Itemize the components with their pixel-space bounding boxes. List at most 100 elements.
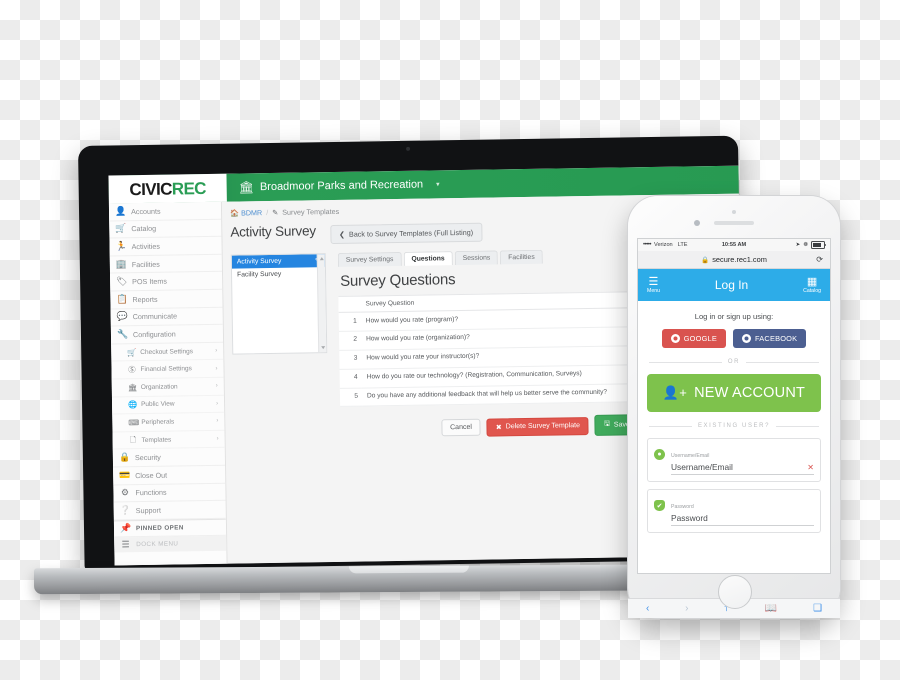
catalog-label: Catalog (803, 287, 821, 294)
divider-existing-label: EXISTING USER? (697, 423, 771, 429)
url-text: secure.rec1.com (712, 255, 767, 264)
address-bar[interactable]: 🔒 secure.rec1.com ⟳ (638, 251, 830, 269)
tab-survey-settings[interactable]: Survey Settings (337, 251, 402, 267)
mobile-header: ☰ Menu Log In ▦ Catalog (638, 269, 830, 301)
sidebar-item-support[interactable]: ❔ Support (113, 500, 226, 521)
template-name: Activity Survey (236, 257, 282, 266)
cancel-button[interactable]: Cancel (440, 419, 482, 437)
sidebar-item-facilities[interactable]: 🏢 Facilities (109, 254, 222, 274)
password-input[interactable]: Password (671, 513, 708, 523)
sidebar-item-reports[interactable]: 📋 Reports (110, 289, 223, 310)
sso-buttons: GOOGLE FACEBOOK (647, 329, 821, 348)
username-label: Username/Email (671, 453, 710, 459)
sidebar-subitem-label: Public View (141, 400, 175, 409)
sidebar-item-accounts[interactable]: 👤 Accounts (108, 201, 222, 222)
tab-facilities[interactable]: Facilities (500, 249, 543, 265)
gear-icon: ⚙ (120, 487, 130, 498)
username-field-wrapper[interactable]: ● Username/Email Username/Email ✕ (647, 438, 821, 482)
breadcrumb-home[interactable]: 🏠 BDMR (230, 208, 262, 218)
lock-icon: 🔒 (118, 452, 131, 463)
sidebar-item-communicate[interactable]: 💬 Communicate (110, 307, 223, 327)
sidebar-item-security[interactable]: 🔒 Security (112, 448, 226, 468)
sidebar-item-label: Reports (132, 294, 158, 304)
chevron-right-icon: › (215, 365, 218, 372)
person-icon: 👤 (114, 206, 127, 217)
dollar-icon: Ⓢ (128, 365, 136, 375)
dock-menu-toggle[interactable]: ☰ DOCK MENU (114, 535, 227, 553)
template-name: Facility Survey (236, 270, 282, 279)
row-index: 2 (338, 330, 362, 351)
sidebar: 👤 Accounts 🛒 Catalog 🏃 Activities 🏢 Faciliti… (108, 201, 228, 566)
runner-icon: 🏃 (115, 241, 127, 252)
hamburger-icon: ☰ (121, 538, 131, 550)
sidebar-subitem-label: Templates (141, 436, 172, 444)
list-item[interactable]: Facility Survey (232, 267, 325, 281)
new-account-button[interactable]: 👤+ NEW ACCOUNT (647, 374, 821, 412)
username-input[interactable]: Username/Email (671, 462, 733, 472)
sidebar-item-templates[interactable]: 🗋 Templates › (112, 430, 225, 450)
home-button[interactable] (718, 575, 752, 609)
sidebar-item-peripherals[interactable]: ⌨ Peripherals › (112, 412, 225, 433)
template-list-panel: Activity Survey ✎ Facility Survey (230, 253, 329, 442)
clock: 10:55 AM (721, 242, 747, 248)
breadcrumb-separator: / (266, 208, 269, 218)
menu-label: Menu (647, 287, 660, 294)
sidebar-item-financial-settings[interactable]: Ⓢ Financial Settings › (111, 360, 224, 380)
back-to-survey-templates-button[interactable]: ❮ Back to Survey Templates (Full Listing… (329, 222, 483, 245)
chevron-right-icon: › (215, 383, 218, 390)
pinned-open-toggle[interactable]: 📌 PINNED OPEN (113, 518, 227, 538)
logo-part-2: REC (171, 178, 207, 199)
sidebar-item-label: Catalog (131, 224, 157, 234)
listbox-scrollbar[interactable] (316, 254, 327, 353)
cancel-label: Cancel (450, 424, 472, 432)
sidebar-item-label: Functions (135, 487, 167, 498)
sidebar-item-functions[interactable]: ⚙ Functions (113, 483, 226, 503)
logo[interactable]: CIVICREC (108, 173, 227, 204)
sidebar-item-checkout-settings[interactable]: 🛒 Checkout Settings › (111, 342, 224, 362)
menu-button[interactable]: ☰ Menu (647, 276, 660, 294)
catalog-button[interactable]: ▦ Catalog (803, 275, 821, 294)
sidebar-item-public-view[interactable]: 🌐 Public View › (111, 395, 225, 415)
google-label: GOOGLE (683, 334, 717, 343)
grid-icon: ▦ (806, 275, 818, 288)
sidebar-item-label: Support (135, 505, 161, 516)
sidebar-item-close-out[interactable]: 💳 Close Out (113, 465, 226, 485)
tab-sessions[interactable]: Sessions (454, 250, 499, 266)
laptop-notch (348, 565, 469, 574)
password-field-wrapper[interactable]: ✔ Password Password (647, 489, 821, 533)
shield-icon: ✔ (654, 500, 665, 511)
facebook-label: FACEBOOK (754, 334, 798, 343)
new-account-label: NEW ACCOUNT (694, 385, 806, 401)
sidebar-item-pos-items[interactable]: 🏷 POS Items (110, 272, 223, 292)
scene: CIVICREC 🏛 Broadmoor Parks and Recreatio… (0, 0, 900, 680)
bank-icon: 🏛 (238, 180, 255, 195)
delete-survey-template-button[interactable]: ✖ Delete Survey Template (486, 416, 590, 437)
sidebar-item-label: Configuration (132, 329, 176, 340)
pin-icon: 📌 (119, 522, 132, 534)
template-listbox[interactable]: Activity Survey ✎ Facility Survey (230, 253, 328, 355)
sidebar-subitem-label: Financial Settings (140, 365, 192, 374)
cart-icon: 🛒 (115, 223, 127, 234)
facebook-login-button[interactable]: FACEBOOK (732, 329, 807, 348)
back-button-label: Back to Survey Templates (Full Listing) (348, 227, 474, 239)
reload-icon[interactable]: ⟳ (816, 255, 823, 264)
sidebar-item-catalog[interactable]: 🛒 Catalog (109, 219, 222, 239)
tab-questions[interactable]: Questions (403, 251, 453, 266)
sidebar-subitem-label: Checkout Settings (140, 347, 194, 356)
sidebar-item-label: Communicate (132, 311, 178, 322)
phone-sensor (732, 210, 736, 214)
phone-screen: ••••• Verizon LTE 10:55 AM ➤ ❁ 🔒 secure.… (628, 238, 840, 618)
dock-menu-label: DOCK MENU (136, 540, 179, 548)
sidebar-item-label: Activities (131, 241, 161, 252)
sidebar-item-configuration[interactable]: 🔧 Configuration (110, 324, 224, 345)
add-user-icon: 👤+ (662, 385, 688, 400)
chevron-right-icon: › (215, 347, 218, 354)
phone-speaker (714, 221, 754, 225)
google-login-button[interactable]: GOOGLE (661, 329, 726, 348)
sidebar-subitem-label: Peripherals (141, 418, 175, 426)
sidebar-item-organization[interactable]: 🏛 Organization › (111, 377, 224, 398)
sidebar-item-label: Facilities (131, 259, 160, 269)
sidebar-subitem-label: Organization (140, 383, 178, 391)
organization-selector[interactable]: 🏛 Broadmoor Parks and Recreation ▾ (227, 177, 440, 195)
sidebar-item-activities[interactable]: 🏃 Activities (109, 236, 222, 257)
